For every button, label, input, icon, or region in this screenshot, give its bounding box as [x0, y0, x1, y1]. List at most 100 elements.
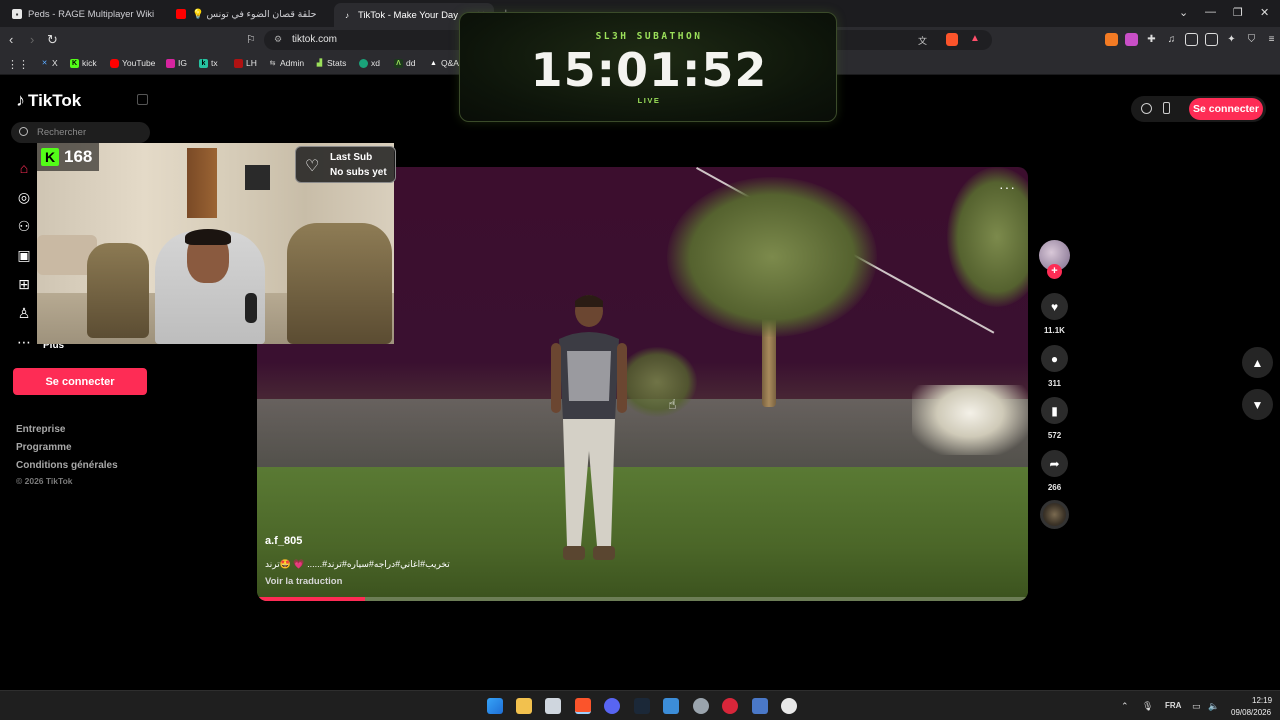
clock-date[interactable]: 09/08/2026	[1231, 708, 1271, 717]
like-button[interactable]: ♥	[1041, 293, 1068, 320]
network-icon[interactable]: ▭	[1192, 701, 1201, 712]
photos-icon[interactable]	[663, 698, 679, 714]
extensions-puzzle-icon[interactable]: ✚	[1145, 33, 1158, 46]
discord-icon[interactable]	[604, 698, 620, 714]
footer-link-entreprise[interactable]: Entreprise	[16, 424, 65, 435]
explore-icon[interactable]: ◎	[16, 189, 32, 205]
login-button-sidebar[interactable]: Se connecter	[13, 368, 147, 395]
bookmark-tx[interactable]: k tx	[199, 58, 218, 68]
footer-link-programme[interactable]: Programme	[16, 442, 72, 453]
brave-rewards-icon[interactable]: ▲	[970, 33, 980, 44]
music-icon[interactable]: ♫	[1165, 33, 1178, 46]
microphone-icon[interactable]: 🎙	[1142, 701, 1153, 712]
settings-gear-icon[interactable]	[693, 698, 709, 714]
windows-taskbar: ⌃ 🎙 FRA ▭ 🔈 12:19 09/08/2026	[0, 690, 1280, 720]
get-app-icon[interactable]	[1163, 102, 1170, 114]
tab-title: حلقة قصان الضوء في تونس 💡	[192, 8, 317, 20]
apps-grid-icon[interactable]: ⋮⋮	[7, 58, 29, 71]
minimize-button[interactable]: —	[1205, 6, 1216, 18]
collapse-sidebar-icon[interactable]	[137, 94, 148, 105]
explore-compass-icon[interactable]	[1141, 103, 1152, 114]
steam-icon[interactable]	[634, 698, 650, 714]
timer-status: LIVE	[637, 96, 661, 105]
qa-icon: ▲	[430, 59, 437, 67]
snipping-tool-icon[interactable]	[545, 698, 561, 714]
reload-button[interactable]: ↻	[47, 32, 58, 48]
tab-rage-wiki[interactable]: ▪ Peds - RAGE Multiplayer Wiki	[4, 3, 164, 25]
video-more-icon[interactable]: ···	[999, 179, 1016, 195]
follow-plus-icon[interactable]: +	[1047, 264, 1062, 279]
wallet-icon[interactable]	[1205, 33, 1218, 46]
video-author[interactable]: a.f_805	[265, 535, 302, 547]
tab-title: Peds - RAGE Multiplayer Wiki	[28, 8, 155, 20]
bookmark-lh[interactable]: LH	[234, 58, 257, 68]
brave-shields-icon[interactable]	[946, 33, 958, 46]
tiktok-logo[interactable]: ♪ TikTok	[16, 90, 81, 111]
bookmark-admin[interactable]: ⇆ Admin	[268, 58, 305, 68]
next-video-button[interactable]: ▼	[1242, 389, 1273, 420]
bookmark-qa[interactable]: ▲ Q&A	[429, 58, 459, 68]
translate-link[interactable]: Voir la traduction	[265, 576, 342, 587]
app-icon[interactable]	[781, 698, 797, 714]
close-window-button[interactable]: ✕	[1260, 6, 1269, 19]
admin-icon: ⇆	[269, 59, 276, 67]
comment-icon: ●	[1050, 351, 1059, 366]
share-button[interactable]: ➦	[1041, 450, 1068, 477]
translate-icon[interactable]: 文	[918, 34, 927, 47]
back-button[interactable]: ‹	[9, 32, 13, 48]
bookmark-x[interactable]: ✕ X	[40, 58, 58, 68]
tab-youtube-video[interactable]: حلقة قصان الضوء في تونس 💡	[168, 3, 330, 25]
save-button[interactable]: ▮	[1041, 397, 1068, 424]
brave-browser-icon[interactable]	[575, 698, 591, 714]
search-input[interactable]: Rechercher	[11, 122, 150, 143]
video-progress-bar[interactable]	[257, 597, 1028, 601]
tiktok-icon: ♪	[345, 10, 349, 20]
leo-ai-icon[interactable]: ✦	[1225, 33, 1238, 46]
kick-count: 168	[64, 147, 93, 166]
tiktok-note-icon: ♪	[16, 90, 25, 110]
bookmark-icon[interactable]: ⚐	[246, 32, 256, 48]
youtube-icon	[110, 58, 119, 68]
forward-button[interactable]: ›	[30, 32, 34, 48]
bookmark-xd[interactable]: xd	[359, 58, 380, 68]
start-windows-icon[interactable]	[487, 698, 503, 714]
extension-icon[interactable]	[1105, 33, 1118, 46]
following-icon[interactable]: ⚇	[16, 218, 32, 234]
heart-icon: ♡	[305, 158, 320, 175]
bookmark-stats[interactable]: ▟ Stats	[315, 58, 347, 68]
video-progress-fill	[257, 597, 365, 601]
login-button-top[interactable]: Se connecter	[1189, 98, 1263, 120]
app-icon[interactable]	[722, 698, 738, 714]
profile-icon[interactable]: ♙	[16, 305, 32, 321]
bookmark-kick[interactable]: Kkick	[70, 58, 97, 68]
tab-search-icon[interactable]: ⌄	[1179, 6, 1188, 19]
x-icon: ✕	[41, 59, 48, 67]
extension-icon[interactable]	[1125, 33, 1138, 46]
upload-icon[interactable]: ⊞	[16, 276, 32, 292]
comment-button[interactable]: ●	[1041, 345, 1068, 372]
home-icon[interactable]: ⌂	[16, 160, 32, 176]
webcam-scene	[187, 148, 217, 218]
footer-link-terms[interactable]: Conditions générales	[16, 460, 118, 471]
volume-icon[interactable]: 🔈	[1208, 701, 1219, 712]
maximize-button[interactable]: ❐	[1233, 6, 1243, 19]
bookmark-ig[interactable]: IG	[166, 58, 187, 68]
previous-video-button[interactable]: ▲	[1242, 347, 1273, 378]
microphone	[245, 293, 257, 323]
video-caption: تخريب#اغاني#دراجه#سياره#ترند#...... 💗 🤩ت…	[265, 559, 450, 569]
site-info-icon[interactable]: ⚙	[274, 34, 282, 45]
file-explorer-icon[interactable]	[516, 698, 532, 714]
vpn-icon[interactable]: ⛉	[1245, 33, 1258, 46]
share-count: 266	[1047, 483, 1062, 492]
language-indicator[interactable]: FRA	[1165, 701, 1181, 710]
live-icon[interactable]: ▣	[16, 247, 32, 263]
more-icon[interactable]: ⋯	[16, 334, 32, 350]
tray-expand-icon[interactable]: ⌃	[1121, 701, 1129, 712]
app-icon[interactable]	[752, 698, 768, 714]
bookmark-youtube[interactable]: YouTube	[110, 58, 155, 68]
clock-time[interactable]: 12:19	[1252, 696, 1272, 705]
menu-icon[interactable]: ≡	[1265, 33, 1278, 46]
sidebar-icon[interactable]	[1185, 33, 1198, 46]
bookmark-dd[interactable]: Λdd	[394, 58, 415, 68]
music-disc[interactable]	[1040, 500, 1069, 529]
